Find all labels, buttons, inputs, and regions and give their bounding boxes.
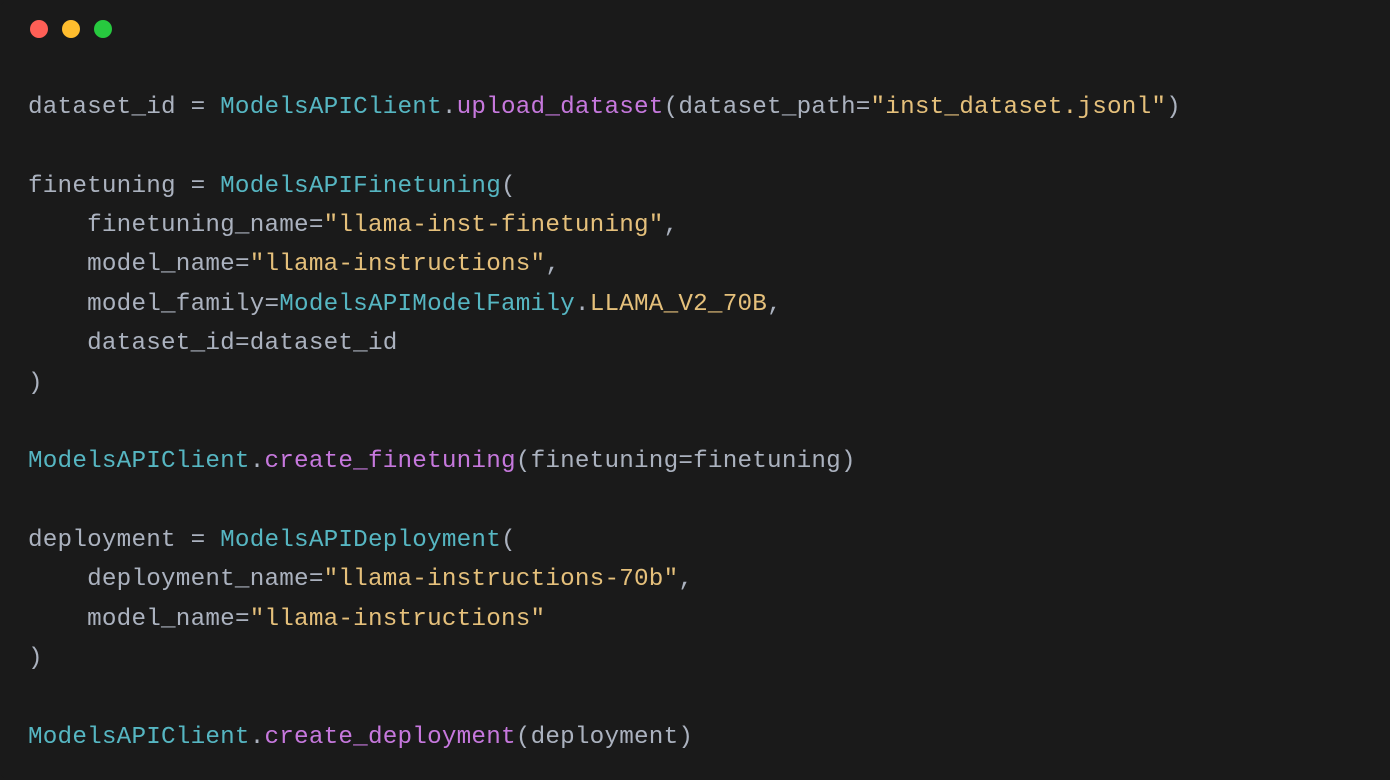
code-token: = bbox=[309, 212, 324, 239]
code-token: . bbox=[250, 724, 265, 751]
window-titlebar bbox=[0, 0, 1390, 58]
code-token: dataset_path bbox=[678, 94, 855, 121]
code-token: , bbox=[545, 251, 560, 278]
code-token: "llama-instructions-70b" bbox=[324, 566, 679, 593]
code-token bbox=[28, 606, 87, 633]
code-token: = bbox=[235, 330, 250, 357]
code-token: = bbox=[235, 606, 250, 633]
code-token bbox=[28, 330, 87, 357]
code-token: dataset_id bbox=[28, 94, 176, 121]
code-token: . bbox=[575, 291, 590, 318]
code-token: model_family bbox=[87, 291, 264, 318]
code-token: = bbox=[176, 94, 220, 121]
minimize-icon[interactable] bbox=[62, 20, 80, 38]
code-token: = bbox=[856, 94, 871, 121]
code-token: ( bbox=[501, 527, 516, 554]
code-token: ) bbox=[28, 645, 43, 672]
code-token: finetuning bbox=[531, 448, 679, 475]
code-token: = bbox=[309, 566, 324, 593]
code-token bbox=[28, 566, 87, 593]
code-token: ( bbox=[664, 94, 679, 121]
code-token: deployment bbox=[28, 527, 176, 554]
code-token: dataset_id bbox=[87, 330, 235, 357]
code-token: = bbox=[678, 448, 693, 475]
code-token: ( bbox=[516, 448, 531, 475]
code-token: deployment bbox=[531, 724, 679, 751]
code-token: ( bbox=[501, 173, 516, 200]
code-token: . bbox=[442, 94, 457, 121]
zoom-icon[interactable] bbox=[94, 20, 112, 38]
code-token: , bbox=[767, 291, 782, 318]
close-icon[interactable] bbox=[30, 20, 48, 38]
code-token: finetuning_name bbox=[87, 212, 309, 239]
code-token: create_finetuning bbox=[265, 448, 516, 475]
code-token: upload_dataset bbox=[457, 94, 664, 121]
code-token: = bbox=[265, 291, 280, 318]
code-token: = bbox=[176, 527, 220, 554]
code-token: ( bbox=[516, 724, 531, 751]
code-token: , bbox=[664, 212, 679, 239]
code-token: finetuning bbox=[693, 448, 841, 475]
code-token: ModelsAPIClient bbox=[28, 448, 250, 475]
code-token: "llama-inst-finetuning" bbox=[324, 212, 664, 239]
code-token: LLAMA_V2_70B bbox=[590, 291, 767, 318]
code-token: ) bbox=[1166, 94, 1181, 121]
code-token: = bbox=[235, 251, 250, 278]
code-token: finetuning bbox=[28, 173, 176, 200]
code-window: dataset_id = ModelsAPIClient.upload_data… bbox=[0, 0, 1390, 780]
code-token: ) bbox=[678, 724, 693, 751]
code-token: model_name bbox=[87, 606, 235, 633]
code-token: create_deployment bbox=[265, 724, 516, 751]
code-editor[interactable]: dataset_id = ModelsAPIClient.upload_data… bbox=[0, 58, 1390, 757]
code-token: = bbox=[176, 173, 220, 200]
code-token bbox=[28, 212, 87, 239]
code-token: ) bbox=[28, 370, 43, 397]
code-token: ModelsAPIClient bbox=[220, 94, 442, 121]
code-token bbox=[28, 291, 87, 318]
code-token: ModelsAPIClient bbox=[28, 724, 250, 751]
code-token: , bbox=[678, 566, 693, 593]
code-token: "llama-instructions" bbox=[250, 251, 546, 278]
code-token: dataset_id bbox=[250, 330, 398, 357]
code-token: ModelsAPIModelFamily bbox=[279, 291, 575, 318]
code-token: . bbox=[250, 448, 265, 475]
code-token bbox=[28, 251, 87, 278]
code-token: deployment_name bbox=[87, 566, 309, 593]
code-token: model_name bbox=[87, 251, 235, 278]
code-token: ModelsAPIFinetuning bbox=[220, 173, 501, 200]
code-token: "llama-instructions" bbox=[250, 606, 546, 633]
code-token: ) bbox=[841, 448, 856, 475]
code-token: "inst_dataset.jsonl" bbox=[871, 94, 1167, 121]
code-token: ModelsAPIDeployment bbox=[220, 527, 501, 554]
